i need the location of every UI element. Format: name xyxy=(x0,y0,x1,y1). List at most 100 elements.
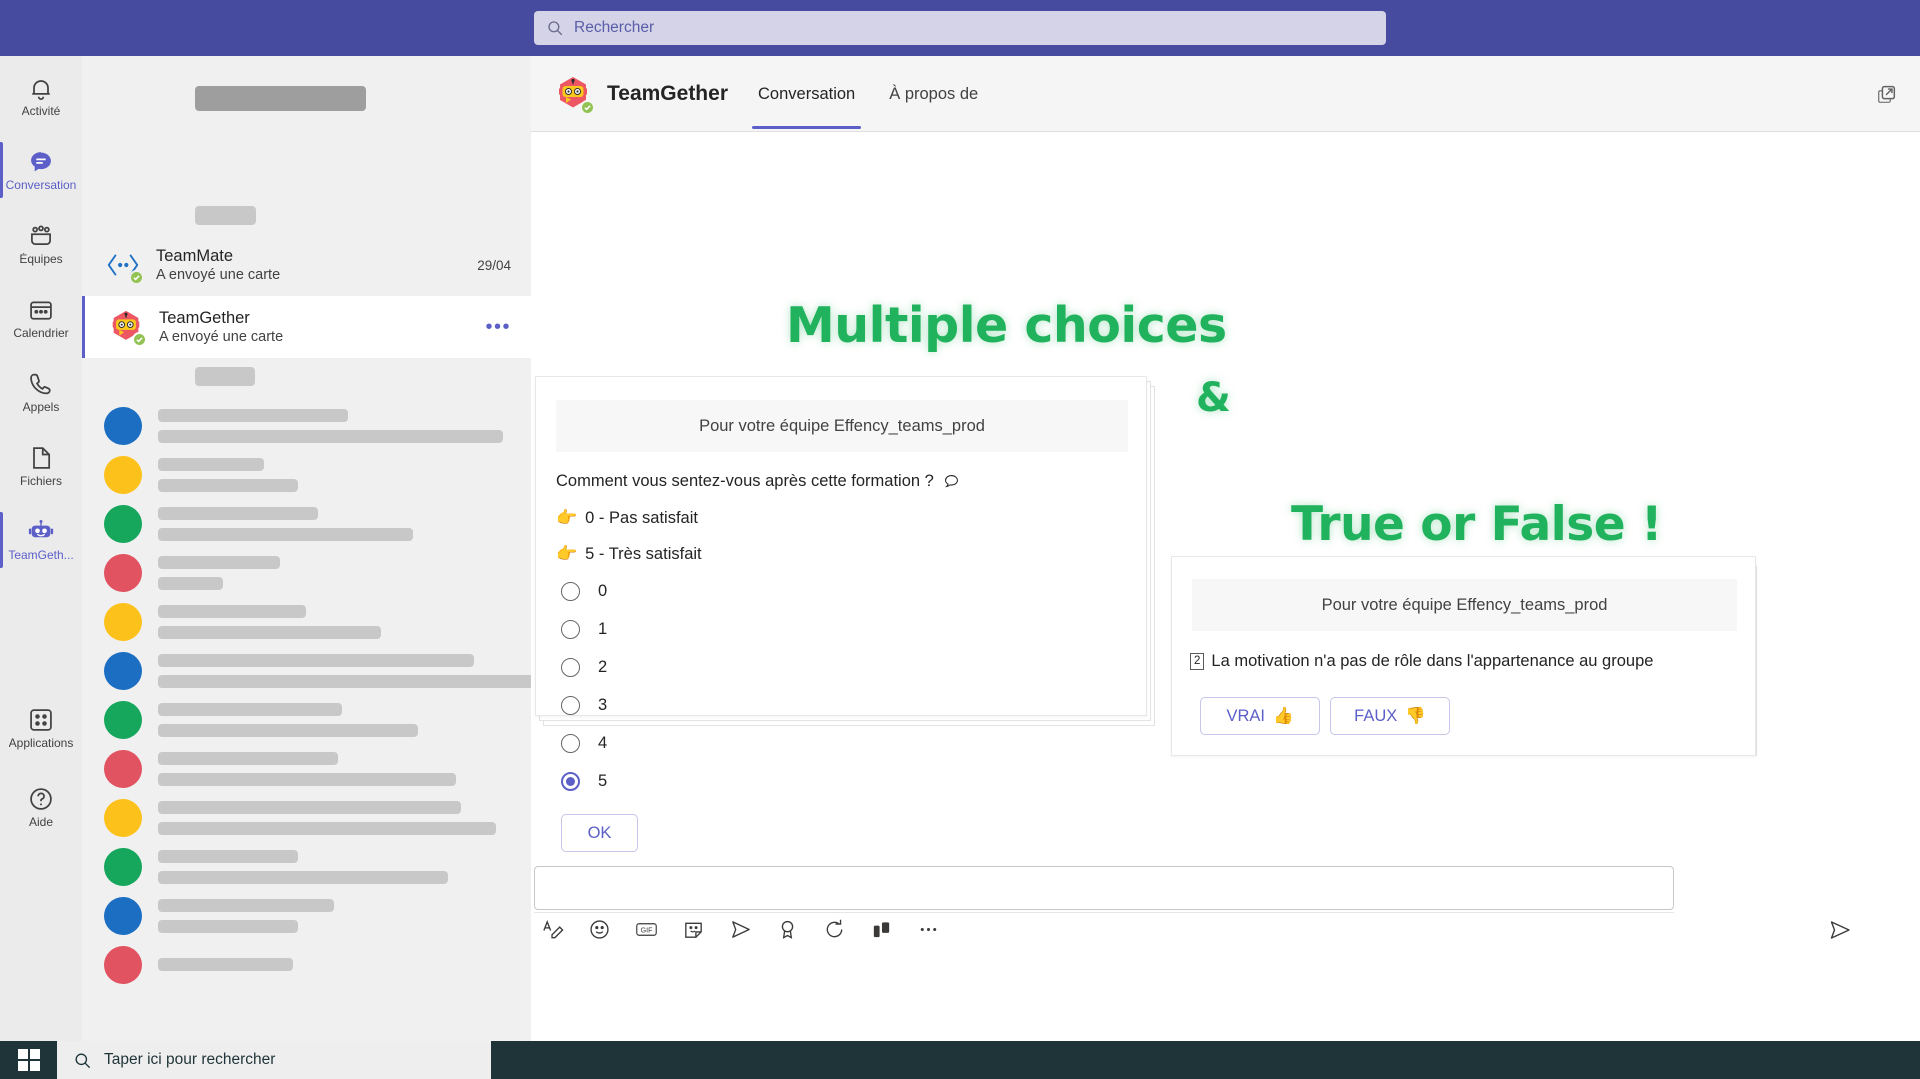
skeleton-line xyxy=(158,723,418,737)
radio-button[interactable] xyxy=(561,658,580,677)
composer-toolbar: GIF xyxy=(541,918,940,941)
skeleton-line xyxy=(158,898,334,912)
file-icon xyxy=(33,447,51,469)
skeleton-lines xyxy=(158,555,511,590)
taskbar-search-input[interactable]: Taper ici pour rechercher xyxy=(57,1041,491,1079)
sidebar-item-label: Fichiers xyxy=(19,475,62,488)
tab-a-propos-de[interactable]: À propos de xyxy=(883,59,984,129)
skeleton-line xyxy=(158,702,342,716)
avatar xyxy=(104,406,142,445)
chat-name: TeamGether xyxy=(159,308,250,327)
top-bar: Rechercher xyxy=(0,0,1920,56)
tf-card-stack: Pour votre équipe Effency_teams_prod 2 L… xyxy=(1171,556,1791,756)
chat-list: TeamMate A envoyé une carte 29/04 TeamGe… xyxy=(82,56,531,1041)
poll-option[interactable]: 4 xyxy=(561,734,607,753)
poll-icon[interactable] xyxy=(870,918,893,941)
sidebar-item-conversation[interactable]: Conversation xyxy=(0,136,82,204)
skeleton-line xyxy=(158,919,298,933)
poll-submit-button[interactable]: OK xyxy=(561,814,638,852)
chat-list-item-teamgether[interactable]: TeamGether A envoyé une carte ••• xyxy=(82,296,531,358)
avatar xyxy=(104,847,142,886)
teammate-avatar xyxy=(104,246,144,285)
skeleton-lines xyxy=(158,800,511,835)
calendar-icon xyxy=(30,301,52,320)
tf-question-text: La motivation n'a pas de rôle dans l'app… xyxy=(1211,652,1654,670)
skeleton-lines xyxy=(158,958,511,971)
chat-skeleton-item xyxy=(82,597,531,646)
sidebar-item-equipes[interactable]: Équipes xyxy=(0,210,82,278)
apps-icon xyxy=(30,709,52,731)
message-input[interactable] xyxy=(534,866,1674,910)
search-input[interactable]: Rechercher xyxy=(534,11,1386,45)
poll-option[interactable]: 0 xyxy=(561,582,607,601)
poll-option-label: 5 xyxy=(598,772,608,790)
radio-button[interactable] xyxy=(561,582,580,601)
sidebar-item-activite[interactable]: Activité xyxy=(0,62,82,130)
start-button[interactable] xyxy=(0,1041,57,1079)
sidebar-item-label: TeamGeth... xyxy=(8,549,74,562)
tab-label: À propos de xyxy=(889,84,979,103)
more-icon[interactable] xyxy=(917,918,940,941)
skeleton-line xyxy=(158,674,531,688)
tf-faux-button[interactable]: FAUX 👎 xyxy=(1330,697,1450,735)
presence-badge xyxy=(580,99,595,115)
skeleton-lines xyxy=(158,604,511,639)
tf-vrai-button[interactable]: VRAI 👍 xyxy=(1200,697,1320,735)
tf-card-banner: Pour votre équipe Effency_teams_prod xyxy=(1192,579,1737,631)
chat-subtitle: A envoyé une carte xyxy=(156,266,281,283)
loop-icon[interactable] xyxy=(823,918,846,941)
skeleton-line xyxy=(158,478,298,492)
tf-question: 2 La motivation n'a pas de rôle dans l'a… xyxy=(1190,652,1653,671)
skeleton-lines xyxy=(158,702,511,737)
chat-skeleton-item xyxy=(82,401,531,450)
heading-true-or-false: True or False ! xyxy=(1291,497,1662,552)
poll-option[interactable]: 5 xyxy=(561,772,607,791)
heading-multiple-choices: Multiple choices xyxy=(786,297,1227,354)
radio-button[interactable] xyxy=(561,734,580,753)
chat-list-item-teammate[interactable]: TeamMate A envoyé une carte 29/04 xyxy=(82,234,531,296)
app-rail: Activité Conversation Équipes Calendrier xyxy=(0,56,82,1041)
teamgether-avatar xyxy=(107,308,147,347)
phone-icon xyxy=(30,373,51,395)
emoji-icon[interactable] xyxy=(588,918,611,941)
sidebar-item-applications[interactable]: Applications xyxy=(0,694,82,762)
sidebar-item-appels[interactable]: Appels xyxy=(0,358,82,426)
radio-button[interactable] xyxy=(561,620,580,639)
send-now-icon[interactable] xyxy=(729,918,752,941)
skeleton-line xyxy=(158,576,223,590)
radio-button[interactable] xyxy=(561,696,580,715)
skeleton-line xyxy=(158,821,496,835)
radio-button[interactable] xyxy=(561,772,580,791)
thumbs-up-icon: 👍 xyxy=(1272,706,1294,725)
skeleton-line xyxy=(158,506,318,520)
avatar xyxy=(104,896,142,935)
poll-option[interactable]: 3 xyxy=(561,696,607,715)
sidebar-item-teamgether[interactable]: TeamGeth... xyxy=(0,506,82,574)
skeleton-line xyxy=(158,958,293,971)
praise-icon[interactable] xyxy=(776,918,799,941)
poll-question: Comment vous sentez-vous après cette for… xyxy=(556,472,961,491)
avatar xyxy=(104,553,142,592)
sidebar-item-calendrier[interactable]: Calendrier xyxy=(0,284,82,352)
skeleton-lines xyxy=(158,751,511,786)
sticker-icon[interactable] xyxy=(682,918,705,941)
tab-conversation[interactable]: Conversation xyxy=(752,59,862,129)
sidebar-item-label: Applications xyxy=(8,737,74,750)
gif-icon[interactable]: GIF xyxy=(635,918,658,941)
composer-divider xyxy=(534,912,1674,913)
format-icon[interactable] xyxy=(541,918,564,941)
poll-option[interactable]: 1 xyxy=(561,620,607,639)
robot-avatar xyxy=(553,74,595,115)
chat-more-options-button[interactable]: ••• xyxy=(485,317,511,337)
skeleton-line xyxy=(158,429,503,443)
sidebar-item-aide[interactable]: Aide xyxy=(0,773,82,841)
skeleton-lines xyxy=(158,506,511,541)
skeleton-lines xyxy=(158,408,511,443)
tf-button-label: VRAI xyxy=(1226,706,1265,725)
sidebar-item-fichiers[interactable]: Fichiers xyxy=(0,432,82,500)
skeleton-lines xyxy=(158,653,531,688)
popout-icon[interactable] xyxy=(1876,83,1898,105)
chat-name: TeamMate xyxy=(156,246,234,265)
poll-option[interactable]: 2 xyxy=(561,658,607,677)
send-icon[interactable] xyxy=(1828,918,1852,942)
